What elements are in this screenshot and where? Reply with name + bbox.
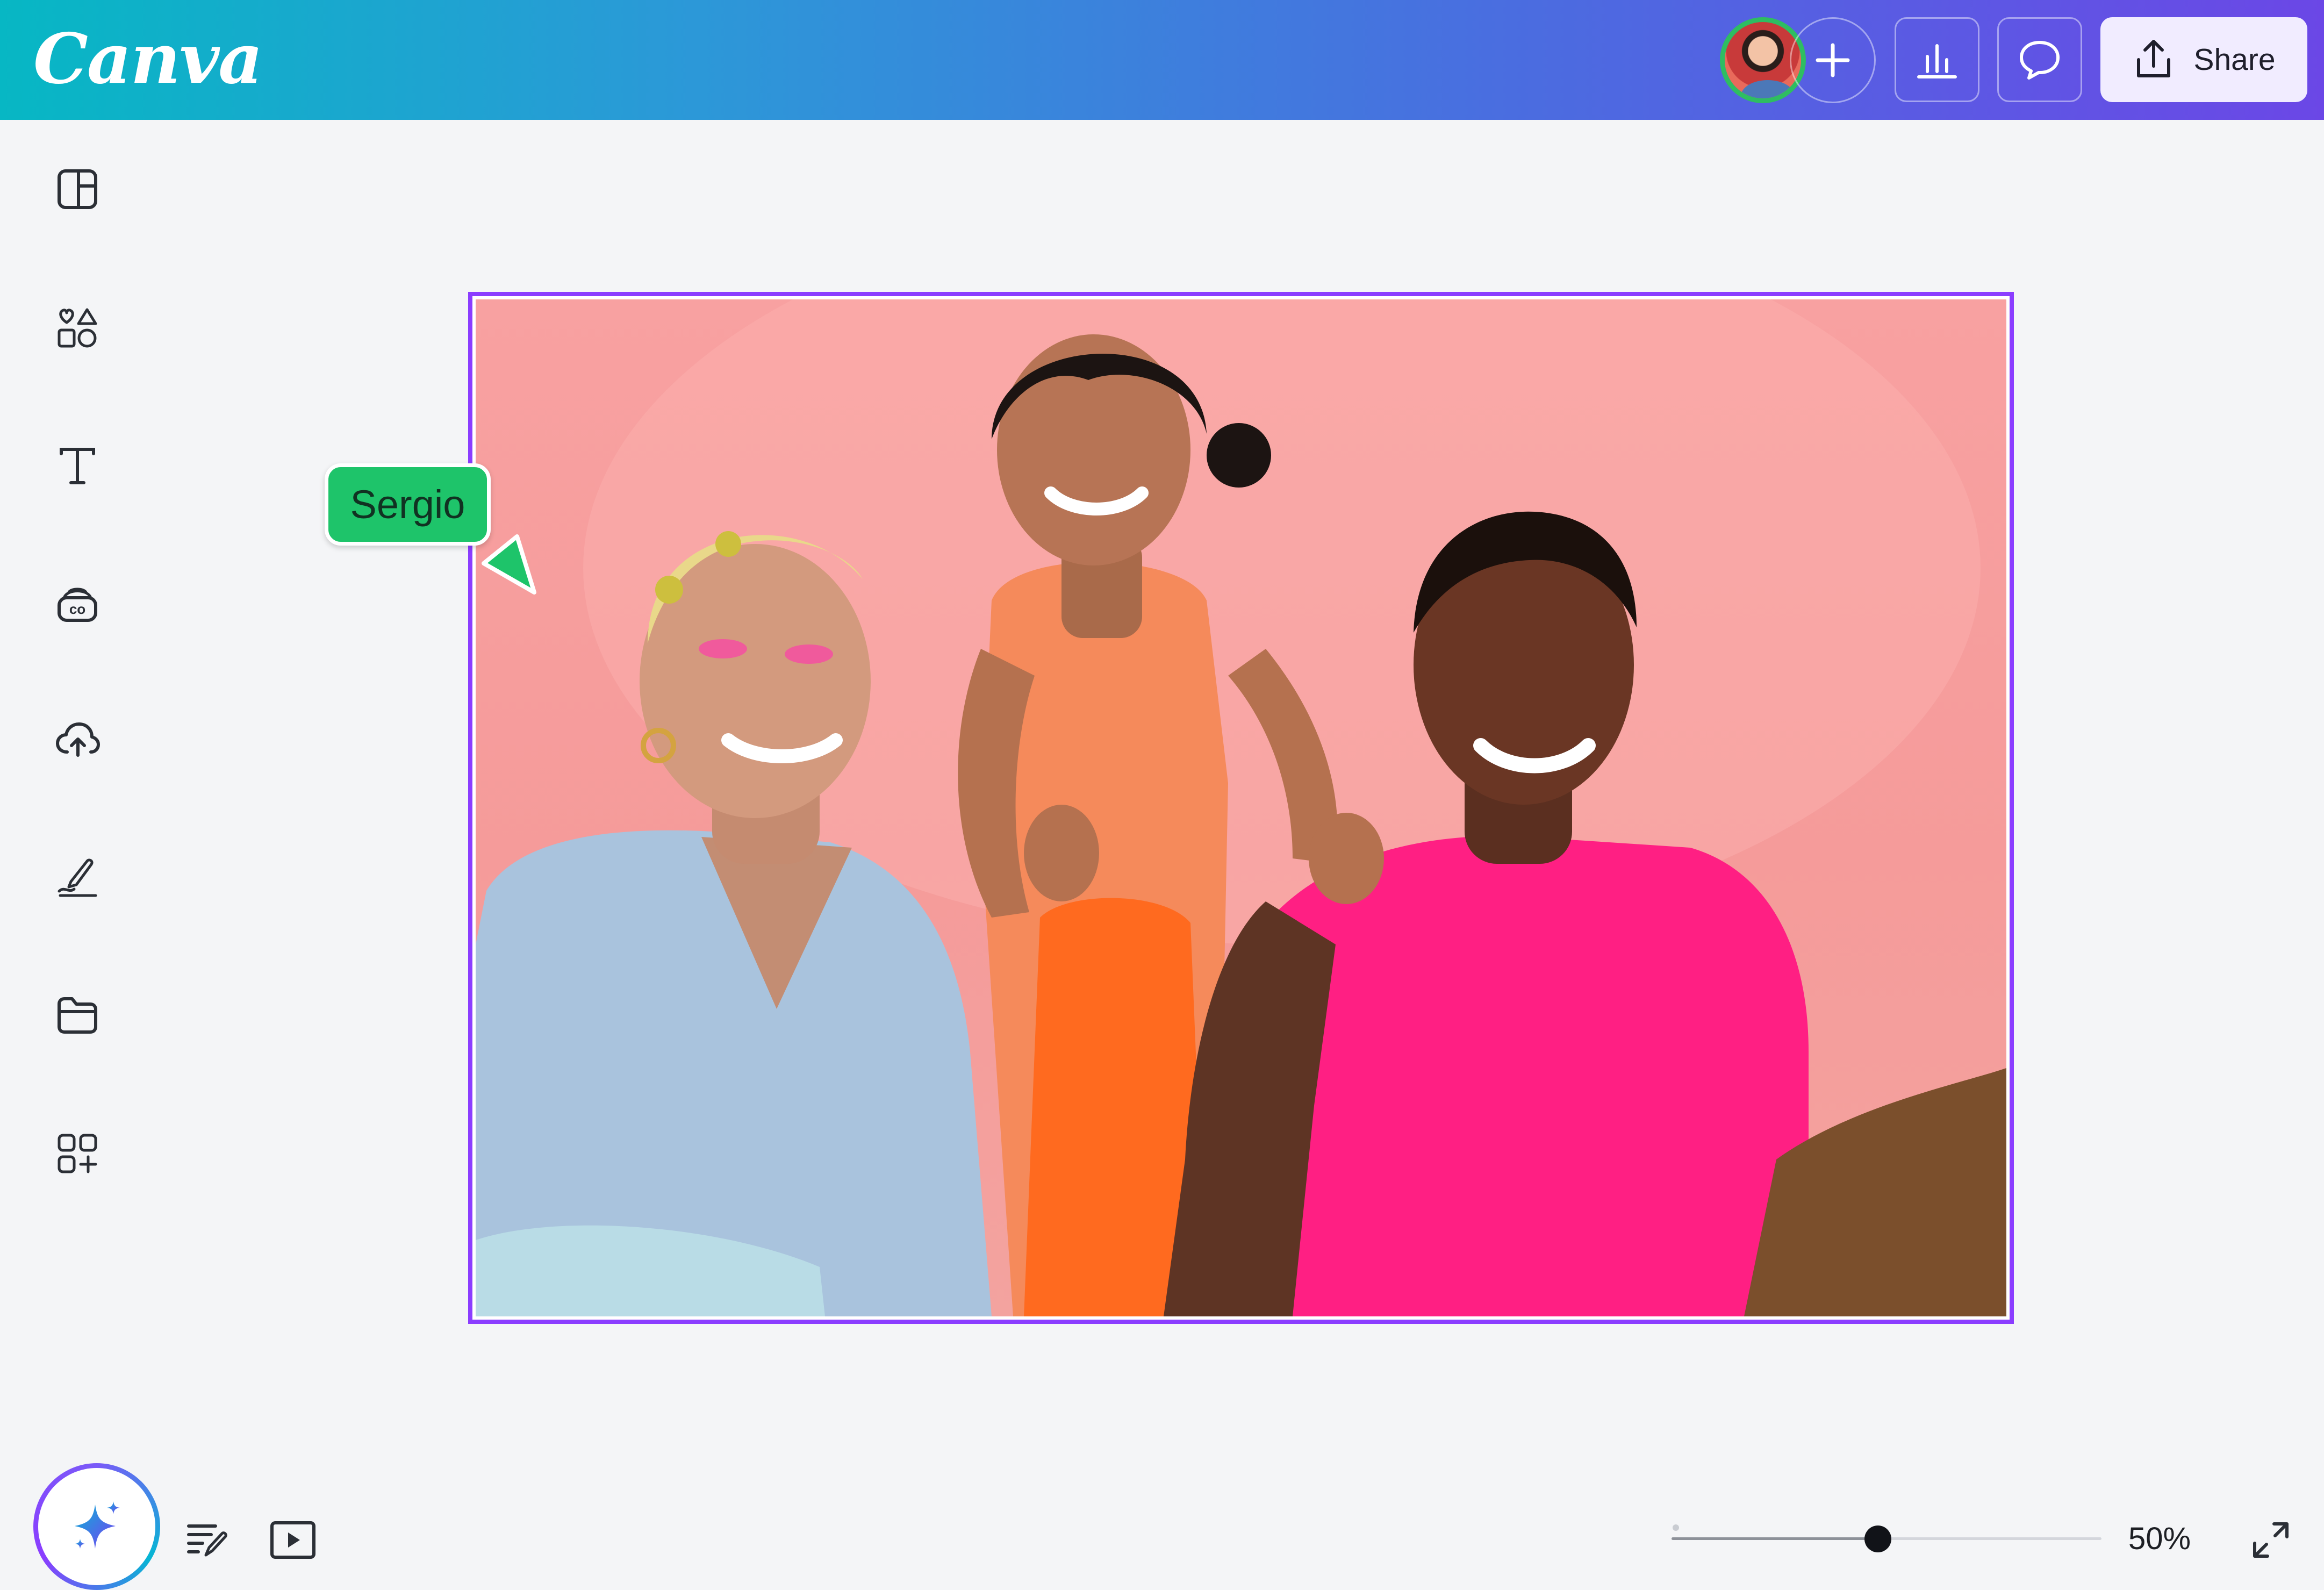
folder-icon xyxy=(58,997,97,1034)
play-icon xyxy=(270,1521,315,1559)
layout-icon xyxy=(58,169,97,209)
zoom-slider[interactable] xyxy=(1672,1525,2101,1552)
photo-illustration xyxy=(476,299,2006,1316)
apps-icon xyxy=(58,1134,97,1173)
design-page[interactable] xyxy=(468,292,2014,1324)
zoom-slider-fill xyxy=(1672,1537,1878,1540)
avatar-shirt xyxy=(1741,80,1795,98)
notes-edit-icon xyxy=(187,1524,227,1557)
shapes-icon xyxy=(58,308,97,348)
share-button[interactable]: Share xyxy=(2100,17,2307,102)
sidebar-item-draw[interactable] xyxy=(45,844,110,908)
zoom-min-dot xyxy=(1673,1524,1679,1531)
comment-icon xyxy=(2020,41,2060,80)
collaborator-cursor-icon xyxy=(482,534,536,595)
svg-text:co: co xyxy=(69,601,85,617)
collaborator-name-tag: Sergio xyxy=(325,463,491,546)
present-button[interactable] xyxy=(267,1516,319,1564)
sidebar-item-uploads[interactable] xyxy=(45,707,110,772)
cloud-upload-icon xyxy=(56,722,100,757)
comments-button[interactable] xyxy=(1997,17,2082,102)
sidebar-item-apps[interactable] xyxy=(45,1121,110,1186)
add-collaborator-button[interactable] xyxy=(1790,17,1876,103)
zoom-level[interactable]: 50% xyxy=(2128,1520,2214,1558)
magic-assistant-inner xyxy=(38,1468,155,1585)
share-upload-icon xyxy=(2137,40,2171,77)
insights-button[interactable] xyxy=(1895,17,1979,102)
share-label: Share xyxy=(2193,42,2276,77)
top-bar: Canva Share xyxy=(0,0,2324,120)
sidebar-item-text[interactable] xyxy=(45,433,110,498)
plus-icon xyxy=(1816,43,1850,77)
photo-element[interactable] xyxy=(476,299,2006,1316)
sidebar-item-design[interactable] xyxy=(45,157,110,221)
bar-chart-icon xyxy=(1917,44,1957,78)
sparkle-icon xyxy=(75,1501,120,1549)
sidebar-item-brand[interactable]: co xyxy=(45,571,110,635)
fullscreen-button[interactable] xyxy=(2247,1516,2295,1564)
brand-kit-icon: co xyxy=(58,588,97,622)
sidebar-item-elements[interactable] xyxy=(45,296,110,360)
zoom-slider-handle[interactable] xyxy=(1864,1525,1891,1552)
draw-icon xyxy=(58,858,97,897)
notes-button[interactable] xyxy=(183,1516,231,1564)
text-icon xyxy=(60,448,95,484)
canva-logo[interactable]: Canva xyxy=(33,16,263,102)
sidebar-item-projects[interactable] xyxy=(45,983,110,1047)
magic-assistant-button[interactable] xyxy=(33,1463,160,1590)
expand-icon xyxy=(2253,1522,2289,1558)
